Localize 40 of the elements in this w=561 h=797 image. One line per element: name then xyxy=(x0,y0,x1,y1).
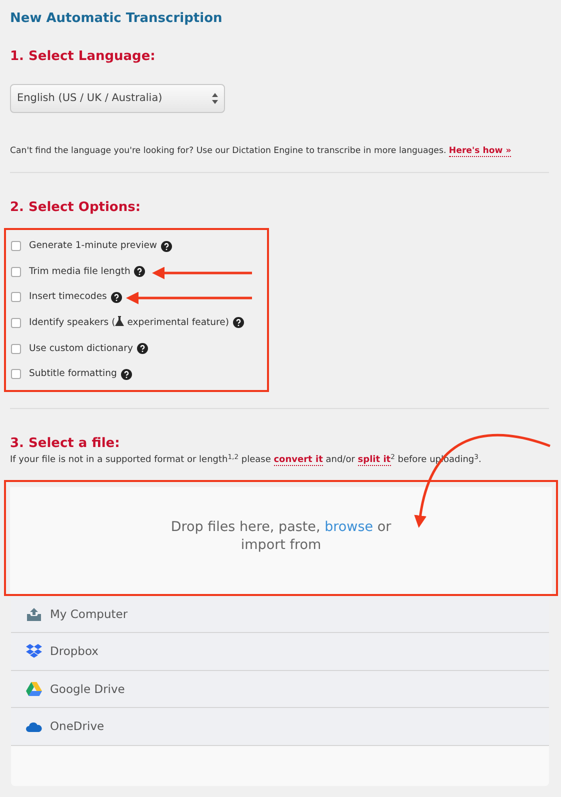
import-source-item[interactable]: My Computer xyxy=(11,596,549,634)
help-icon[interactable] xyxy=(120,368,132,380)
import-source-item[interactable]: Dropbox xyxy=(11,633,549,671)
option-label: Identify speakers ( experimental feature) xyxy=(29,316,230,330)
note-link[interactable]: convert it xyxy=(274,455,323,466)
flask-icon xyxy=(115,316,124,326)
open-box-icon xyxy=(26,644,42,660)
drive-triangle-icon xyxy=(26,682,42,696)
option-label: Use custom dictionary xyxy=(29,342,133,356)
help-icon[interactable] xyxy=(110,292,122,303)
option-checkbox[interactable] xyxy=(11,369,21,380)
updown-caret-icon xyxy=(212,93,218,104)
drop-zone[interactable]: Drop files here, paste, browse or import from xyxy=(10,486,552,594)
help-icon[interactable] xyxy=(161,240,172,252)
note-link[interactable]: split it xyxy=(358,455,391,466)
option-label: Subtitle formatting xyxy=(29,367,117,382)
section-heading: 1. Select Language: xyxy=(10,48,156,66)
import-source-item[interactable]: OneDrive xyxy=(11,708,549,746)
option-checkbox[interactable] xyxy=(11,292,21,302)
drop-text: Drop files here, paste, browse or import from xyxy=(170,518,392,554)
option-label: Trim media file length xyxy=(29,264,130,279)
import-source-item[interactable]: Google Drive xyxy=(11,670,549,708)
option-label: Insert timecodes xyxy=(29,290,107,304)
help-icon[interactable] xyxy=(136,343,148,354)
option-checkbox[interactable] xyxy=(11,241,21,252)
option-label: Generate 1-minute preview xyxy=(29,239,158,254)
help-icon[interactable] xyxy=(134,266,146,278)
heres-how-link[interactable]: Here's how » xyxy=(448,146,512,157)
cloud-icon xyxy=(26,722,42,732)
option-checkbox[interactable] xyxy=(11,318,21,328)
option-checkbox[interactable] xyxy=(11,266,21,277)
page-title: New Automatic Transcription xyxy=(10,10,222,28)
section-heading: 2. Select Options: xyxy=(10,198,141,217)
option-checkbox[interactable] xyxy=(11,344,21,354)
language-select[interactable]: English (US / UK / Australia) xyxy=(10,84,225,113)
help-icon[interactable] xyxy=(233,317,244,328)
upload-tray-icon xyxy=(26,606,42,622)
section-heading: 3. Select a file: xyxy=(10,434,120,453)
language-note: Can't find the language you're looking for? Use our Dictation Engine to transcribe in more languages. Here's how » xyxy=(10,145,512,158)
browse-link[interactable]: browse xyxy=(324,518,374,535)
